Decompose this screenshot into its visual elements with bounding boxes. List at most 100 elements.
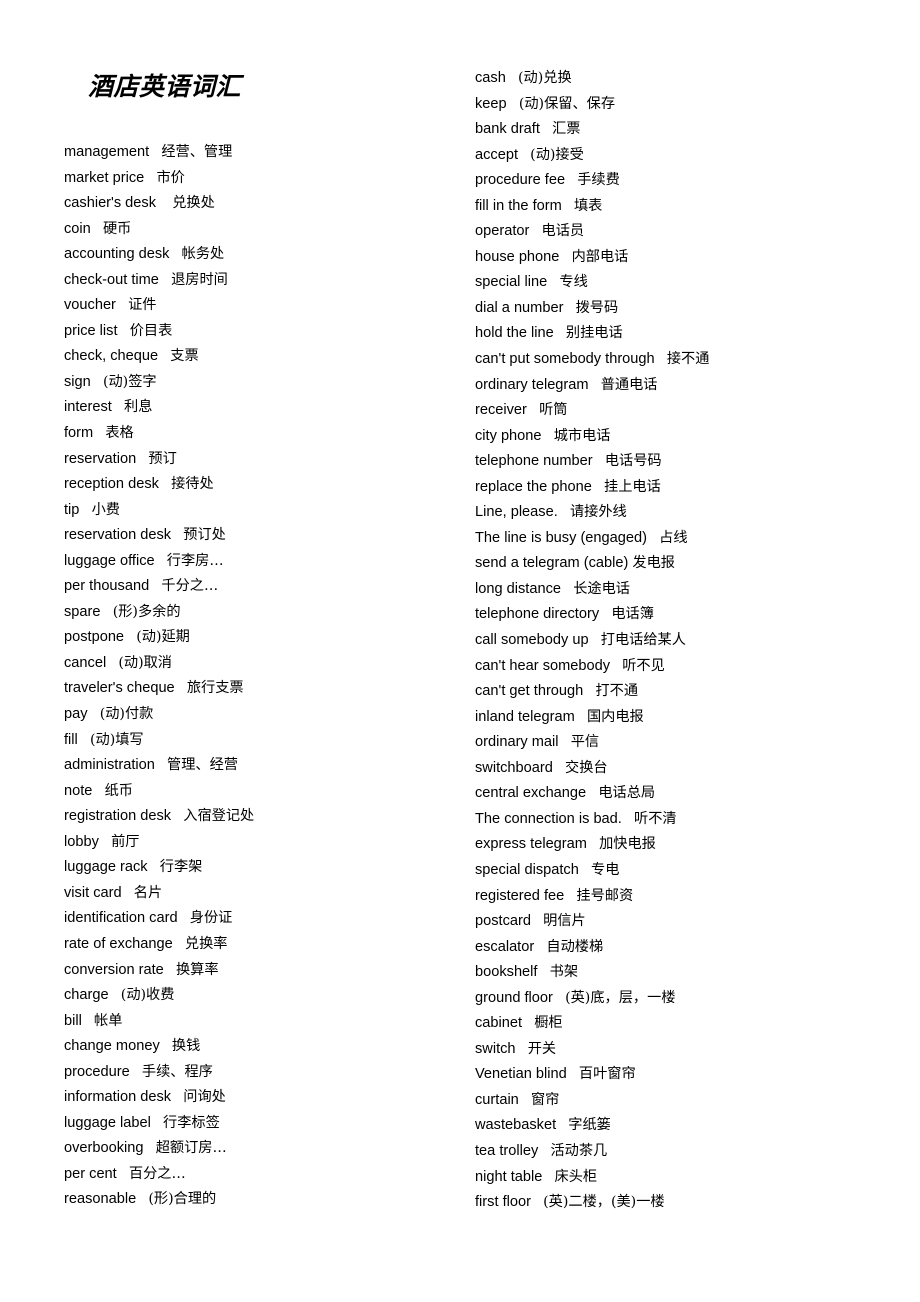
vocabulary-meaning: 利息 (124, 399, 153, 416)
vocabulary-term: hold the line (475, 325, 554, 342)
vocabulary-gap (175, 680, 187, 696)
vocabulary-entry: express telegram 加快电报 (475, 832, 905, 858)
vocabulary-term: telephone number (475, 453, 593, 470)
vocabulary-entry: bill 帐单 (64, 1009, 464, 1035)
vocabulary-entry: luggage office 行李房… (64, 549, 464, 575)
vocabulary-gap (118, 323, 130, 339)
vocabulary-entry: The line is busy (engaged) 占线 (475, 526, 905, 552)
vocabulary-meaning: 价目表 (129, 322, 173, 339)
vocabulary-entry: accounting desk 帐务处 (64, 242, 464, 268)
vocabulary-entry: telephone directory 电话簿 (475, 602, 905, 628)
vocabulary-entry: registered fee 挂号邮资 (475, 884, 905, 910)
vocabulary-gap (589, 632, 601, 648)
vocabulary-gap (173, 936, 185, 952)
vocabulary-meaning: 橱柜 (534, 1015, 563, 1032)
vocabulary-gap (562, 198, 574, 214)
vocabulary-gap (159, 272, 171, 288)
vocabulary-entry: visit card 名片 (64, 881, 464, 907)
vocabulary-meaning: 硬币 (102, 220, 132, 237)
vocabulary-entry: can't hear somebody 听不见 (475, 654, 905, 680)
vocabulary-entry: change money 换钱 (64, 1034, 464, 1060)
vocabulary-meaning: 城市电话 (553, 427, 611, 444)
vocabulary-meaning: (动)取消 (118, 654, 172, 671)
vocabulary-meaning: 手续、程序 (141, 1063, 213, 1080)
vocabulary-gap (171, 1089, 183, 1105)
vocabulary-gap (622, 811, 634, 827)
vocabulary-term: ordinary mail (475, 734, 559, 751)
vocabulary-gap (124, 629, 136, 645)
vocabulary-entry: keep (动)保留、保存 (475, 92, 905, 118)
vocabulary-entry: switch 开关 (475, 1037, 905, 1063)
vocabulary-gap (519, 1092, 531, 1108)
vocabulary-entry: procedure fee 手续费 (475, 168, 905, 194)
vocabulary-term: city phone (475, 427, 542, 444)
vocabulary-term: lobby (64, 833, 99, 850)
vocabulary-term: per cent (64, 1165, 117, 1182)
vocabulary-entry: Line, please. 请接外线 (475, 500, 905, 526)
vocabulary-meaning: 听不清 (634, 810, 677, 827)
vocabulary-gap (130, 1064, 142, 1080)
vocabulary-term: note (64, 782, 93, 799)
vocabulary-term: first floor (475, 1194, 531, 1211)
vocabulary-gap (99, 834, 111, 850)
vocabulary-gap (599, 606, 611, 622)
vocabulary-entry: Venetian blind 百叶窗帘 (475, 1062, 905, 1088)
vocabulary-meaning: (动)付款 (99, 706, 154, 723)
vocabulary-entry: replace the phone 挂上电话 (475, 475, 905, 501)
vocabulary-meaning: (动)收费 (120, 987, 175, 1004)
vocabulary-entry: special line 专线 (475, 270, 905, 296)
vocabulary-gap (529, 223, 541, 239)
vocabulary-term: curtain (475, 1091, 519, 1108)
vocabulary-entry: reservation 预订 (64, 447, 464, 473)
vocabulary-meaning: 打不通 (595, 683, 639, 700)
vocabulary-entry: coin 硬币 (64, 217, 464, 243)
vocabulary-term: tip (64, 501, 80, 518)
vocabulary-meaning: 专线 (559, 274, 588, 291)
vocabulary-gap (516, 1041, 528, 1057)
vocabulary-meaning: (动)填写 (89, 731, 144, 748)
vocabulary-gap (178, 910, 190, 926)
vocabulary-meaning: 行李标签 (163, 1114, 220, 1131)
vocabulary-term: spare (64, 603, 101, 620)
vocabulary-meaning: (动)兑换 (518, 70, 572, 86)
vocabulary-gap (554, 325, 566, 341)
vocabulary-gap (538, 1143, 550, 1159)
vocabulary-term: Line, please. (475, 504, 558, 521)
vocabulary-meaning: 手续费 (577, 172, 620, 189)
vocabulary-term: ground floor (475, 989, 553, 1006)
vocabulary-term: accept (475, 146, 518, 163)
vocabulary-term: reservation desk (64, 527, 172, 544)
vocabulary-term: send a telegram (cable) (475, 555, 629, 572)
vocabulary-entry: cabinet 橱柜 (475, 1011, 905, 1037)
vocabulary-entry: fill in the form 填表 (475, 194, 905, 220)
vocabulary-gap (556, 1117, 568, 1133)
vocabulary-term: procedure (64, 1063, 130, 1080)
vocabulary-entry: bank draft 汇票 (475, 117, 905, 143)
vocabulary-meaning: 纸币 (104, 782, 133, 799)
vocabulary-meaning: 市价 (156, 169, 185, 186)
vocabulary-entry: inland telegram 国内电报 (475, 705, 905, 731)
vocabulary-meaning: 自动楼梯 (546, 938, 604, 955)
vocabulary-gap (583, 683, 595, 699)
vocabulary-gap (589, 377, 601, 393)
vocabulary-column-right: cash (动)兑换 keep (动)保留、保存 bank draft 汇票 acce… (475, 66, 905, 1216)
vocabulary-meaning: (形)合理的 (148, 1191, 217, 1208)
vocabulary-term: The connection is bad. (475, 810, 622, 827)
vocabulary-entry: bookshelf 书架 (475, 960, 905, 986)
vocabulary-term: reservation (64, 450, 137, 467)
vocabulary-meaning: 行李房… (166, 552, 224, 569)
vocabulary-meaning: 交换台 (565, 759, 608, 776)
vocabulary-gap (547, 274, 559, 290)
vocabulary-term: wastebasket (475, 1117, 557, 1134)
vocabulary-term: sign (64, 373, 91, 390)
vocabulary-meaning: 百分之… (128, 1165, 186, 1182)
vocabulary-term: reasonable (64, 1191, 137, 1208)
vocabulary-entry: city phone 城市电话 (475, 424, 905, 450)
vocabulary-gap (537, 964, 549, 980)
vocabulary-gap (171, 808, 183, 824)
vocabulary-meaning: 打电话给某人 (600, 632, 686, 649)
vocabulary-gap (106, 655, 118, 671)
vocabulary-term: receiver (475, 402, 527, 419)
vocabulary-gap (88, 706, 100, 722)
vocabulary-entry: interest 利息 (64, 395, 464, 421)
